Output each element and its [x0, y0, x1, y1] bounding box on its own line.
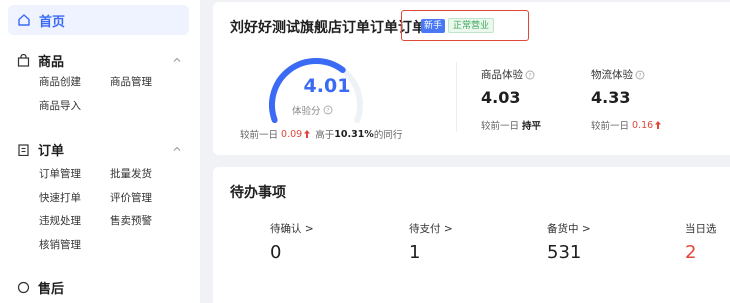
- sidebar-item-order-manage[interactable]: 订单管理: [39, 166, 81, 181]
- experience-label-text: 体验分: [292, 106, 321, 117]
- sidebar-item-home[interactable]: 首页: [8, 5, 189, 35]
- todo-card: 待办事项 待确认 > 0 待支付 > 1 备货中 > 531 当日选 2: [213, 167, 730, 303]
- status-badge: 正常营业: [448, 18, 495, 33]
- arrow-up-icon: [654, 120, 662, 130]
- product-experience-label: 商品体验 ?: [481, 67, 535, 82]
- sidebar-item-product-import[interactable]: 商品导入: [39, 98, 81, 113]
- compare-prefix: 较前一日: [240, 130, 279, 141]
- arrow-up-icon: [303, 129, 311, 139]
- compare-delta: 0.16: [632, 119, 654, 131]
- sidebar-item-product-manage[interactable]: 商品管理: [110, 74, 152, 89]
- metric-label-text: 商品体验: [481, 69, 523, 81]
- bag-icon: [17, 54, 30, 67]
- product-experience-compare: 较前一日 持平: [481, 118, 541, 132]
- product-experience-value: 4.03: [481, 88, 521, 107]
- todo-item-value[interactable]: 531: [547, 242, 581, 263]
- sidebar-section-label: 商品: [38, 55, 65, 70]
- sidebar-section-label: 售后: [38, 282, 65, 297]
- experience-compare: 较前一日 0.09 高于 10.31% 的同行: [240, 127, 403, 142]
- todo-item-label[interactable]: 待支付 >: [409, 221, 453, 236]
- todo-item-label[interactable]: 备货中 >: [547, 221, 591, 236]
- metric-label-text: 物流体验: [591, 69, 633, 81]
- sidebar-section-aftersale[interactable]: 售后: [17, 278, 64, 297]
- svg-text:?: ?: [326, 107, 329, 114]
- help-icon[interactable]: ?: [323, 105, 333, 115]
- peer-prefix: 高于: [315, 130, 335, 141]
- compare-prefix: 较前一日: [591, 121, 630, 132]
- help-icon[interactable]: ?: [525, 70, 535, 80]
- svg-text:?: ?: [528, 72, 531, 79]
- clipboard-icon: [17, 143, 30, 156]
- sidebar-section-order[interactable]: 订单: [17, 140, 64, 159]
- sidebar-item-violation[interactable]: 违规处理: [39, 213, 81, 228]
- compare-delta: 0.09: [281, 128, 303, 140]
- sidebar-item-label: 首页: [39, 14, 66, 30]
- compare-text: 持平: [522, 121, 542, 132]
- divider: [456, 62, 457, 132]
- todo-item-label[interactable]: 当日选: [685, 221, 717, 236]
- experience-score-label: 体验分 ?: [292, 103, 333, 117]
- chevron-up-icon[interactable]: [172, 144, 182, 154]
- logistics-experience-label: 物流体验 ?: [591, 67, 645, 82]
- sidebar-item-review-manage[interactable]: 评价管理: [110, 190, 152, 205]
- sidebar-item-verify[interactable]: 核销管理: [39, 237, 81, 252]
- sidebar: 首页 商品 商品创建 商品管理 商品导入 订单 订单管理 批量发货 快速打单 评…: [0, 0, 200, 303]
- todo-title: 待办事项: [230, 185, 286, 201]
- todo-item-value[interactable]: 1: [409, 242, 420, 263]
- compare-prefix: 较前一日: [481, 121, 520, 132]
- sidebar-section-product[interactable]: 商品: [17, 51, 64, 70]
- service-icon: [17, 281, 30, 294]
- home-icon: [17, 13, 31, 27]
- new-badge: 新手: [421, 19, 446, 33]
- help-icon[interactable]: ?: [635, 70, 645, 80]
- experience-score: 4.01: [303, 75, 351, 97]
- store-title: 刘好好测试旗舰店订单订单订单: [230, 20, 426, 36]
- chevron-up-icon[interactable]: [172, 55, 182, 65]
- todo-item-label[interactable]: 待确认 >: [270, 221, 314, 236]
- sidebar-section-label: 订单: [38, 144, 65, 159]
- experience-card: 刘好好测试旗舰店订单订单订单 新手 正常营业 4.01 体验分 ? 较前一日 0…: [213, 2, 730, 155]
- peer-suffix: 的同行: [373, 130, 403, 141]
- logistics-experience-value: 4.33: [591, 88, 631, 107]
- svg-text:?: ?: [638, 72, 641, 79]
- sidebar-item-product-create[interactable]: 商品创建: [39, 74, 81, 89]
- logistics-experience-compare: 较前一日 0.16: [591, 118, 663, 132]
- sidebar-item-quick-print[interactable]: 快速打单: [39, 190, 81, 205]
- sidebar-item-sales-warning[interactable]: 售卖预警: [110, 213, 152, 228]
- todo-item-value[interactable]: 0: [270, 242, 281, 263]
- todo-item-value[interactable]: 2: [685, 242, 696, 263]
- peer-value: 10.31%: [334, 128, 374, 140]
- sidebar-item-batch-ship[interactable]: 批量发货: [110, 166, 152, 181]
